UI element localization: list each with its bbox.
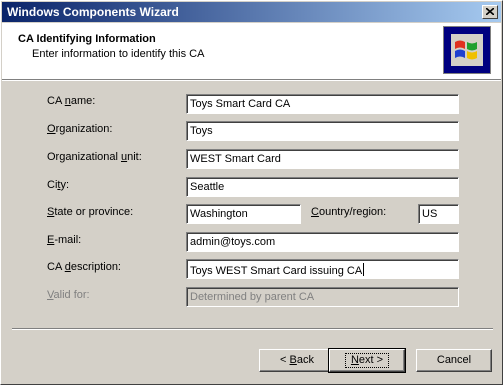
next-button[interactable]: Next > xyxy=(328,348,406,373)
org-unit-field[interactable]: WEST Smart Card xyxy=(186,149,459,169)
email-field[interactable]: admin@toys.com xyxy=(186,232,459,252)
close-button[interactable] xyxy=(482,5,498,19)
page-title: CA Identifying Information xyxy=(18,33,156,45)
text-caret xyxy=(363,263,365,276)
email-label: E-mail: xyxy=(47,234,82,246)
city-field[interactable]: Seattle xyxy=(186,177,459,197)
valid-for-field: Determined by parent CA xyxy=(186,287,459,307)
back-button[interactable]: < Back xyxy=(259,349,335,372)
ca-name-label: CA name: xyxy=(47,95,96,107)
wizard-window: Windows Components Wizard CA Identifying… xyxy=(0,0,503,385)
organization-field[interactable]: Toys xyxy=(186,121,459,141)
city-label: City: xyxy=(47,179,70,191)
state-label: State or province: xyxy=(47,206,134,218)
org-unit-label: Organizational unit: xyxy=(47,151,142,163)
windows-logo-icon xyxy=(443,26,491,74)
state-field[interactable]: Washington xyxy=(186,204,301,224)
ca-name-field[interactable]: Toys Smart Card CA xyxy=(186,94,459,114)
next-button-label: Next > xyxy=(344,353,390,368)
page-subtitle: Enter information to identify this CA xyxy=(32,48,205,60)
close-icon xyxy=(486,8,494,15)
cancel-button[interactable]: Cancel xyxy=(416,349,492,372)
country-field[interactable]: US xyxy=(418,204,459,224)
footer-divider xyxy=(12,328,493,330)
organization-label: Organization: xyxy=(47,123,113,135)
ca-description-field[interactable]: Toys WEST Smart Card issuing CA xyxy=(186,259,459,279)
wizard-header: CA Identifying Information Enter informa… xyxy=(2,23,501,80)
title-bar[interactable]: Windows Components Wizard xyxy=(2,2,501,22)
header-separator xyxy=(2,80,501,81)
country-label: Country/region: xyxy=(311,206,387,218)
ca-description-label: CA description: xyxy=(47,261,121,273)
valid-for-label: Valid for: xyxy=(47,289,90,301)
window-title: Windows Components Wizard xyxy=(7,5,179,19)
